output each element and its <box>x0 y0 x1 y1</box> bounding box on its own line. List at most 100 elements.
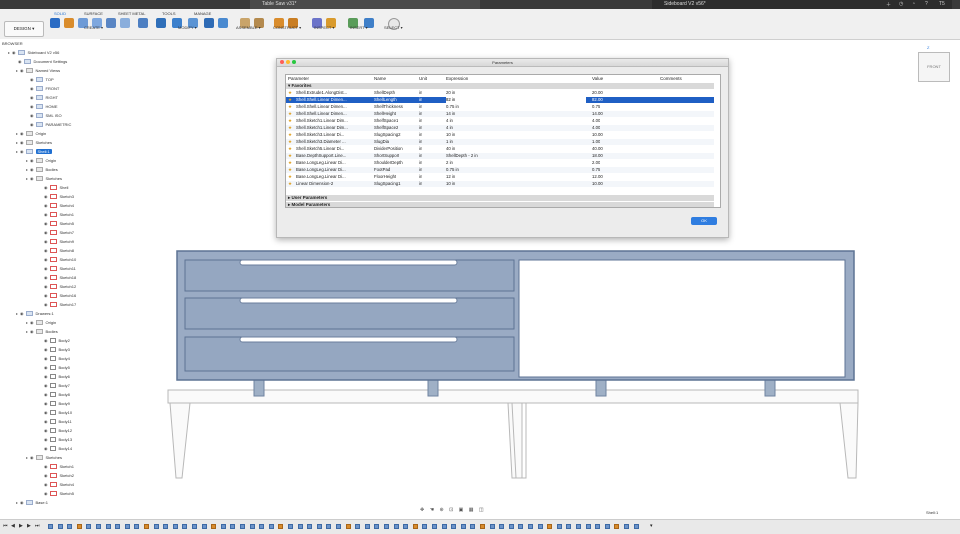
timeline-feature-icon[interactable] <box>374 524 380 529</box>
timeline-feature-icon[interactable] <box>624 524 629 529</box>
browser-item-shell-sketches[interactable]: ▸ ◉ Sketches <box>26 174 62 183</box>
visibility-eye-icon[interactable]: ◉ <box>44 194 48 199</box>
group-modify[interactable]: MODIFY ▾ <box>178 25 197 30</box>
go-to-end-icon[interactable]: ⏭ <box>35 523 40 529</box>
timeline-feature-icon[interactable] <box>288 524 293 529</box>
visibility-eye-icon[interactable]: ◉ <box>44 248 48 253</box>
timeline-feature-icon[interactable] <box>230 524 236 529</box>
timeline-feature-icon[interactable] <box>144 524 149 529</box>
expand-arrow-icon[interactable]: ▸ <box>16 311 18 316</box>
timeline-feature-icon[interactable] <box>134 524 140 529</box>
orbit-icon[interactable]: ✥ <box>420 507 424 513</box>
favorite-star-icon[interactable]: ★ <box>288 146 292 152</box>
param-cell-expr[interactable]: 10 in <box>446 181 455 187</box>
timeline-feature-icon[interactable] <box>345 524 351 529</box>
expand-arrow-icon[interactable]: ▸ <box>16 500 18 505</box>
timeline-feature-icon[interactable] <box>412 524 418 529</box>
visibility-eye-icon[interactable]: ◉ <box>30 77 34 82</box>
browser-item-sketches[interactable]: ▸ ◉ Sketches <box>16 138 52 147</box>
col-value[interactable]: Value <box>592 75 603 82</box>
browser-item-view-sml-iso[interactable]: ◉ SML ISO <box>28 111 62 120</box>
timeline-feature-icon[interactable] <box>403 524 409 529</box>
timeline-feature-icon[interactable] <box>451 524 457 529</box>
visibility-eye-icon[interactable]: ◉ <box>30 176 34 181</box>
browser-item-body4[interactable]: ◉ Body4 <box>42 354 70 363</box>
parameter-row[interactable]: Shell.Shell.Linear Dimen... ShellThicknes… <box>286 104 714 110</box>
browser-item-sketch3[interactable]: ◉ Sketch3 <box>42 192 74 201</box>
favorite-star-icon[interactable]: ★ <box>288 97 292 103</box>
browser-item-body14[interactable]: ◉ Body14 <box>42 444 72 453</box>
timeline-feature-icon[interactable] <box>105 524 111 529</box>
timeline-feature-icon[interactable] <box>422 524 428 529</box>
browser-item-shell-bodies[interactable]: ▸ ◉ Bodies <box>26 165 58 174</box>
visibility-eye-icon[interactable]: ◉ <box>20 311 24 316</box>
timeline-feature-icon[interactable] <box>595 524 601 529</box>
timeline-feature-icon[interactable] <box>604 524 610 529</box>
move-icon[interactable] <box>218 18 228 28</box>
add-tab-icon[interactable]: ＋ <box>886 1 891 8</box>
expand-arrow-icon[interactable]: ▸ <box>26 167 28 172</box>
timeline-feature-icon[interactable] <box>326 524 332 529</box>
model-parameters-section[interactable]: ▸ Model Parameters <box>286 202 714 207</box>
user-parameters-section[interactable]: ▸ User Parameters <box>286 195 714 201</box>
visibility-eye-icon[interactable]: ◉ <box>44 482 48 487</box>
visibility-eye-icon[interactable]: ◉ <box>30 104 34 109</box>
timeline-feature-icon[interactable] <box>441 524 447 529</box>
hole-icon[interactable] <box>106 18 116 28</box>
browser-item-sketch10[interactable]: ◉ Sketch10 <box>42 255 76 264</box>
timeline-feature-icon[interactable] <box>124 524 130 529</box>
favorite-star-icon[interactable]: ★ <box>288 160 292 166</box>
help-icon[interactable]: ? <box>925 1 928 7</box>
visibility-eye-icon[interactable]: ◉ <box>44 212 48 217</box>
expand-arrow-icon[interactable]: ▸ <box>8 50 10 55</box>
visibility-eye-icon[interactable]: ◉ <box>44 410 48 415</box>
timeline-feature-icon[interactable] <box>364 524 370 529</box>
favorite-star-icon[interactable]: ★ <box>288 167 292 173</box>
fit-icon[interactable]: ⊡ <box>449 507 453 513</box>
timeline-feature-icon[interactable] <box>86 524 92 529</box>
timeline-feature-icon[interactable] <box>489 524 495 529</box>
timeline-feature-icon[interactable] <box>460 524 466 529</box>
timeline-feature-icon[interactable] <box>172 524 178 529</box>
browser-item-body5[interactable]: ◉ Body5 <box>42 363 70 372</box>
visibility-eye-icon[interactable]: ◉ <box>44 257 48 262</box>
timeline-feature-icon[interactable] <box>499 524 505 529</box>
parameter-row[interactable]: Shell.Sketch3.Diameter ... SlugDia in 1 in 1… <box>286 139 714 145</box>
browser-item-drawers-origin[interactable]: ▸ ◉ Origin <box>26 318 56 327</box>
timeline-feature-icon[interactable] <box>259 524 265 529</box>
visibility-eye-icon[interactable]: ◉ <box>44 302 48 307</box>
param-cell-expr[interactable]: 20 in <box>446 90 455 96</box>
param-cell-expr[interactable]: 12 in <box>446 174 455 180</box>
ok-button[interactable]: OK <box>691 217 717 225</box>
new-component-icon[interactable] <box>50 18 60 28</box>
visibility-eye-icon[interactable]: ◉ <box>44 338 48 343</box>
visibility-eye-icon[interactable]: ◉ <box>44 221 48 226</box>
param-cell-expr[interactable]: 4 in <box>446 118 453 124</box>
timeline-feature-icon[interactable] <box>316 524 322 529</box>
browser-item-sketch12[interactable]: ◉ Sketch12 <box>42 282 76 291</box>
browser-item-drawers-sketch5[interactable]: ◉ Sketch5 <box>42 489 74 498</box>
timeline-feature-icon[interactable] <box>153 524 159 529</box>
visibility-eye-icon[interactable]: ◉ <box>20 500 24 505</box>
timeline-feature-icon[interactable] <box>633 524 639 529</box>
visibility-eye-icon[interactable]: ◉ <box>44 419 48 424</box>
timeline-feature-icon[interactable] <box>163 524 169 529</box>
browser-item-body13[interactable]: ◉ Body13 <box>42 435 72 444</box>
parameter-row[interactable]: Shell.Extrude1.AlongDist... ShellDepth in 2… <box>286 90 714 96</box>
favorite-star-icon[interactable]: ★ <box>288 111 292 117</box>
parameter-row[interactable]: Base.DepthSupport.Line... ShortSupport in S… <box>286 153 714 159</box>
browser-item-body7[interactable]: ◉ Body7 <box>42 381 70 390</box>
expand-arrow-icon[interactable]: ▸ <box>16 131 18 136</box>
parameter-row[interactable]: Shell.Sketch1.Linear Dim... ShelfSpace1 in… <box>286 118 714 124</box>
param-cell-expr[interactable]: 14 in <box>446 111 455 117</box>
browser-item-sideboard[interactable]: ▸ ◉ Sideboard V2 v56 <box>8 48 59 57</box>
timeline-feature-icon[interactable] <box>393 524 399 529</box>
visibility-eye-icon[interactable]: ◉ <box>18 59 22 64</box>
browser-item-drawers-sketch2[interactable]: ◉ Sketch2 <box>42 471 74 480</box>
visibility-eye-icon[interactable]: ◉ <box>30 158 34 163</box>
expand-arrow-icon[interactable]: ▸ <box>26 320 28 325</box>
expand-arrow-icon[interactable]: ▸ <box>26 455 28 460</box>
timeline-feature-icon[interactable] <box>192 524 197 529</box>
param-cell-expr[interactable]: 10 in <box>446 132 455 138</box>
timeline-feature-icon[interactable] <box>297 524 303 529</box>
